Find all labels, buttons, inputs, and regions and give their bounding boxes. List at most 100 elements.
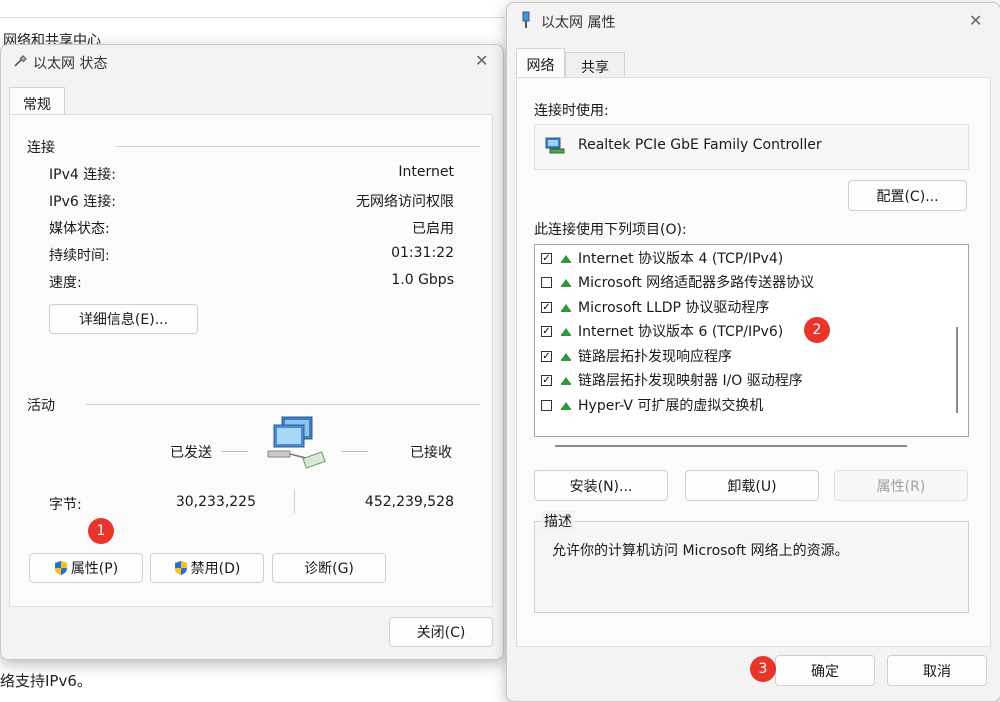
- close-button-label: 关闭(C): [416, 625, 466, 641]
- disable-button-label: 禁用(D): [190, 561, 241, 577]
- details-button[interactable]: 详细信息(E)...: [49, 304, 198, 334]
- item-checkbox[interactable]: ✓: [541, 301, 552, 313]
- protocol-component-icon: [561, 402, 571, 410]
- diagnose-button[interactable]: 诊断(G): [272, 553, 386, 583]
- list-item[interactable]: ✓ 链路层拓扑发现映射器 I/O 驱动程序: [541, 369, 803, 391]
- duration-value: 01:31:22: [391, 245, 454, 261]
- status-close-icon[interactable]: ✕: [475, 51, 488, 70]
- speed-label: 速度:: [49, 275, 82, 291]
- configure-button-label: 配置(C)...: [876, 188, 939, 205]
- disable-button[interactable]: 禁用(D): [150, 553, 264, 583]
- general-panel: 连接 IPv4 连接: Internet IPv6 连接: 无网络访问权限 媒体…: [9, 114, 493, 607]
- connect-using-label: 连接时使用:: [534, 103, 609, 119]
- activity-section-rule: [86, 404, 480, 405]
- item-properties-button[interactable]: 属性(R): [834, 470, 968, 501]
- item-properties-button-label: 属性(R): [876, 478, 926, 495]
- annotation-badge-1: 1: [88, 518, 114, 544]
- uninstall-button-label: 卸载(U): [727, 478, 777, 495]
- annotation-badge-2: 2: [804, 317, 830, 343]
- duration-label: 持续时间:: [49, 248, 110, 264]
- item-checkbox[interactable]: [541, 276, 552, 288]
- network-computers-icon: [267, 416, 326, 469]
- item-checkbox[interactable]: ✓: [541, 252, 552, 264]
- close-button[interactable]: 关闭(C): [389, 617, 493, 647]
- list-item[interactable]: ✓ 链路层拓扑发现响应程序: [541, 345, 732, 367]
- connection-section-rule: [116, 146, 480, 147]
- received-line: [342, 451, 368, 452]
- diagnose-button-label: 诊断(G): [304, 561, 354, 577]
- list-item[interactable]: Hyper-V 可扩展的虚拟交换机: [541, 394, 763, 416]
- ipv6-label: IPv6 连接:: [49, 194, 116, 210]
- connection-section-title: 连接: [27, 140, 55, 156]
- uac-shield-icon: [54, 561, 67, 575]
- item-label: Internet 协议版本 4 (TCP/IPv4): [578, 251, 784, 267]
- protocol-component-icon: [561, 377, 571, 385]
- description-text: 允许你的计算机访问 Microsoft 网络上的资源。: [552, 543, 849, 559]
- tab-sharing[interactable]: 共享: [565, 52, 625, 78]
- network-adapter-icon: [545, 137, 565, 154]
- background-window-edge: [0, 17, 505, 18]
- ethernet-cable-icon: [14, 55, 27, 67]
- bytes-sent-value: 30,233,225: [175, 494, 256, 510]
- sent-label: 已发送: [170, 445, 212, 461]
- list-item[interactable]: ✓ Microsoft LLDP 协议驱动程序: [541, 296, 769, 318]
- received-label: 已接收: [410, 445, 452, 461]
- install-button[interactable]: 安装(N)...: [534, 470, 668, 501]
- ethernet-properties-window: 以太网 属性 ✕ 网络 共享 连接时使用: Realtek PCIe GbE F…: [506, 2, 1000, 702]
- properties-button[interactable]: 属性(P): [29, 553, 143, 583]
- annotation-badge-3: 3: [750, 656, 776, 682]
- ok-button[interactable]: 确定: [775, 655, 875, 686]
- speed-value: 1.0 Gbps: [391, 272, 454, 288]
- uninstall-button[interactable]: 卸载(U): [685, 470, 819, 501]
- background-text-fragment: 络支持IPv6。: [0, 672, 92, 690]
- item-label: Hyper-V 可扩展的虚拟交换机: [578, 398, 764, 414]
- properties-close-icon[interactable]: ✕: [969, 11, 982, 30]
- item-label: 链路层拓扑发现映射器 I/O 驱动程序: [578, 373, 803, 389]
- bytes-received-value: 452,239,528: [364, 494, 454, 510]
- tab-general[interactable]: 常规: [9, 87, 65, 115]
- ipv4-value: Internet: [398, 164, 454, 180]
- protocol-component-icon: [561, 328, 571, 336]
- components-list[interactable]: ✓ Internet 协议版本 4 (TCP/IPv4) Microsoft 网…: [534, 244, 969, 447]
- protocol-component-icon: [561, 279, 571, 287]
- ipv6-value: 无网络访问权限: [356, 194, 454, 210]
- items-label: 此连接使用下列项目(O):: [534, 222, 687, 238]
- list-item[interactable]: ✓ Internet 协议版本 4 (TCP/IPv4): [541, 247, 783, 269]
- item-checkbox[interactable]: ✓: [541, 374, 552, 386]
- item-label: 链路层拓扑发现响应程序: [578, 349, 732, 365]
- properties-button-label: 属性(P): [70, 561, 119, 577]
- bytes-divider: [294, 489, 295, 513]
- network-panel: 连接时使用: Realtek PCIe GbE Family Controlle…: [516, 77, 991, 647]
- list-item[interactable]: ✓ Internet 协议版本 6 (TCP/IPv6): [541, 320, 783, 342]
- uac-shield-icon: [174, 561, 187, 575]
- configure-button[interactable]: 配置(C)...: [848, 180, 967, 211]
- sent-line: [222, 451, 248, 452]
- cancel-button[interactable]: 取消: [887, 655, 987, 686]
- adapter-name: Realtek PCIe GbE Family Controller: [578, 137, 822, 153]
- description-group: 允许你的计算机访问 Microsoft 网络上的资源。: [534, 521, 969, 613]
- item-label: Internet 协议版本 6 (TCP/IPv6): [578, 324, 784, 340]
- status-window-title: 以太网 状态: [33, 56, 108, 72]
- protocol-component-icon: [561, 304, 571, 312]
- tab-network-label: 网络: [526, 58, 555, 74]
- list-item[interactable]: Microsoft 网络适配器多路传送器协议: [541, 271, 814, 293]
- tab-sharing-label: 共享: [581, 60, 609, 76]
- tab-network[interactable]: 网络: [516, 48, 565, 78]
- properties-titlebar: 以太网 属性 ✕: [507, 3, 1000, 37]
- ipv4-label: IPv4 连接:: [49, 167, 116, 183]
- details-button-label: 详细信息(E)...: [78, 312, 169, 328]
- item-checkbox[interactable]: ✓: [541, 325, 552, 337]
- adapter-box: Realtek PCIe GbE Family Controller: [534, 124, 969, 170]
- tab-general-label: 常规: [23, 97, 51, 113]
- cancel-button-label: 取消: [923, 663, 951, 680]
- horizontal-scrollbar[interactable]: [555, 445, 907, 447]
- install-button-label: 安装(N)...: [569, 478, 633, 495]
- vertical-scrollbar[interactable]: [956, 327, 958, 413]
- ethernet-status-window: 以太网 状态 ✕ 常规 连接 IPv4 连接: Internet IPv6 连接…: [0, 44, 504, 660]
- item-checkbox[interactable]: ✓: [541, 350, 552, 362]
- ethernet-plug-icon: [522, 11, 530, 28]
- media-state-value: 已启用: [412, 221, 454, 237]
- item-checkbox[interactable]: [541, 399, 552, 411]
- activity-section-title: 活动: [27, 398, 55, 414]
- description-legend: 描述: [541, 511, 575, 531]
